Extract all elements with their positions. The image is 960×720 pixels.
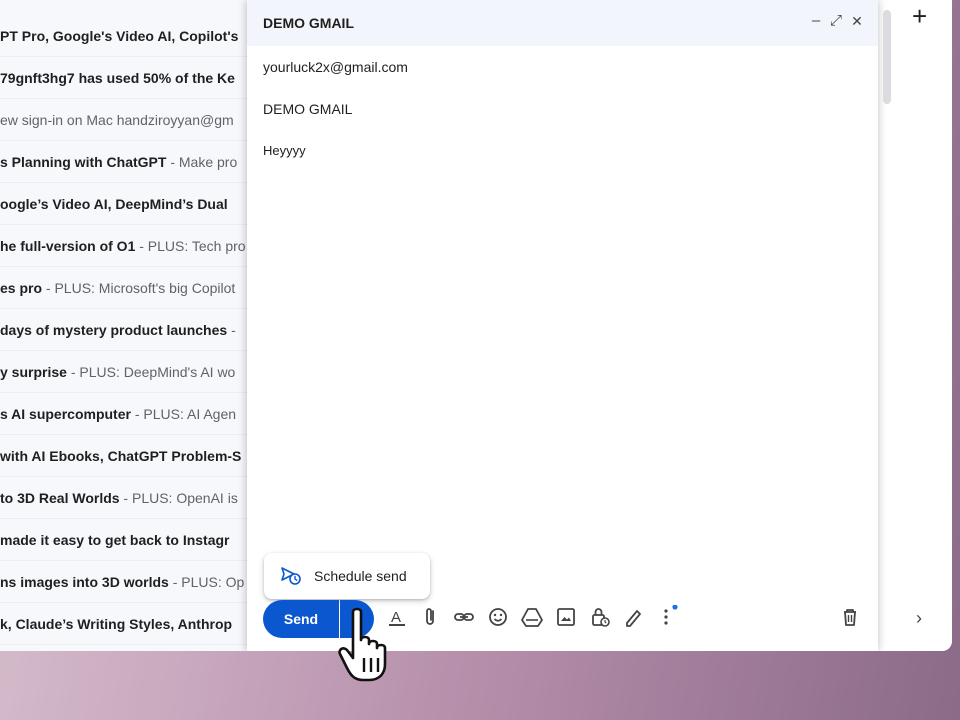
mail-subject: ew sign-in on Mac handziroyyan@gm bbox=[0, 112, 234, 128]
mail-snippet: - PLUS: Microsoft's big Copilot bbox=[42, 280, 236, 296]
send-button[interactable]: Send bbox=[263, 600, 339, 638]
text-format-icon[interactable]: A bbox=[385, 605, 409, 629]
drive-icon[interactable] bbox=[520, 605, 544, 629]
mail-subject: with AI Ebooks, ChatGPT Problem-S bbox=[0, 448, 242, 464]
confidential-lock-icon[interactable] bbox=[588, 605, 612, 629]
mail-subject: es pro bbox=[0, 280, 43, 296]
close-icon[interactable]: ✕ bbox=[848, 11, 866, 31]
inbox-mail-row[interactable]: PT Pro, Google's Video AI, Copilot's bbox=[0, 15, 248, 57]
mail-snippet: - PLUS: AI Agen bbox=[130, 406, 237, 422]
minimize-icon[interactable]: – bbox=[807, 11, 825, 31]
gmail-window: PT Pro, Google's Video AI, Copilot's 79gn… bbox=[0, 0, 952, 651]
mail-subject: y surprise bbox=[0, 364, 67, 380]
inbox-mail-row[interactable]: es pro - PLUS: Microsoft's big Copilot bbox=[0, 267, 248, 309]
mail-subject: made it easy to get back to Instagr bbox=[0, 532, 230, 548]
inbox-mail-row[interactable]: ew sign-in on Mac handziroyyan@gm bbox=[0, 99, 248, 141]
message-body[interactable]: Heyyyy bbox=[263, 143, 306, 158]
inbox-mail-row[interactable]: s Planning with ChatGPT - Make pro bbox=[0, 141, 248, 183]
mail-snippet: - PLUS: Tech pro bbox=[135, 238, 246, 254]
more-options-icon[interactable] bbox=[654, 604, 678, 629]
mail-snippet: - PLUS: Op bbox=[168, 574, 245, 590]
inbox-mail-row[interactable]: k, Claude’s Writing Styles, Anthrop bbox=[0, 603, 248, 645]
mail-subject: oogle’s Video AI, DeepMind’s Dual bbox=[0, 196, 228, 212]
attach-icon[interactable] bbox=[418, 605, 442, 629]
mail-subject: s Planning with ChatGPT bbox=[0, 154, 167, 170]
mail-snippet: - Make pro bbox=[166, 154, 238, 170]
mail-snippet: - bbox=[227, 322, 236, 338]
svg-text:A: A bbox=[391, 609, 401, 626]
recipient-field[interactable]: yourluck2x@gmail.com bbox=[263, 59, 408, 75]
mail-subject: k, Claude’s Writing Styles, Anthrop bbox=[0, 616, 233, 632]
schedule-send-menu-item[interactable]: Schedule send bbox=[264, 553, 430, 599]
fullscreen-icon[interactable]: ⤢ bbox=[827, 11, 845, 31]
signature-icon[interactable] bbox=[621, 605, 645, 629]
inbox-mail-row[interactable]: days of mystery product launches - bbox=[0, 309, 248, 351]
mail-subject: ns images into 3D worlds bbox=[0, 574, 169, 590]
mail-snippet: - PLUS: OpenAI is bbox=[119, 490, 238, 506]
right-side-panel: + › bbox=[890, 0, 952, 651]
link-icon[interactable] bbox=[452, 605, 476, 629]
mail-subject: days of mystery product launches bbox=[0, 322, 228, 338]
inbox-list: PT Pro, Google's Video AI, Copilot's 79gn… bbox=[0, 0, 248, 651]
subject-field[interactable]: DEMO GMAIL bbox=[263, 101, 352, 117]
mail-subject: 79gnft3hg7 has used 50% of the Ke bbox=[0, 70, 235, 86]
mail-subject: s AI supercomputer bbox=[0, 406, 131, 422]
inbox-mail-row[interactable]: oogle’s Video AI, DeepMind’s Dual bbox=[0, 183, 248, 225]
compose-scrollbar[interactable] bbox=[883, 10, 891, 104]
inbox-mail-row[interactable]: 79gnft3hg7 has used 50% of the Ke bbox=[0, 57, 248, 99]
mail-subject: PT Pro, Google's Video AI, Copilot's bbox=[0, 28, 239, 44]
inbox-mail-row[interactable]: to 3D Real Worlds - PLUS: OpenAI is bbox=[0, 477, 248, 519]
inbox-mail-row[interactable]: s AI supercomputer - PLUS: AI Agen bbox=[0, 393, 248, 435]
inbox-mail-row[interactable]: ns images into 3D worlds - PLUS: Op bbox=[0, 561, 248, 603]
compose-title: DEMO GMAIL bbox=[263, 15, 354, 31]
send-options-arrow-icon: ▲ bbox=[350, 609, 362, 623]
mail-snippet: - PLUS: DeepMind's AI wo bbox=[66, 364, 236, 380]
schedule-send-label: Schedule send bbox=[314, 568, 407, 584]
emoji-icon[interactable] bbox=[486, 605, 510, 629]
photo-icon[interactable] bbox=[554, 605, 578, 629]
inbox-mail-row[interactable]: made it easy to get back to Instagr bbox=[0, 519, 248, 561]
mail-subject: to 3D Real Worlds bbox=[0, 490, 120, 506]
expand-panel-chevron-icon[interactable]: › bbox=[916, 608, 922, 629]
inbox-mail-row[interactable]: with AI Ebooks, ChatGPT Problem-S bbox=[0, 435, 248, 477]
add-addon-button[interactable]: + bbox=[912, 2, 927, 30]
inbox-mail-row[interactable]: he full-version of O1 - PLUS: Tech pro bbox=[0, 225, 248, 267]
inbox-mail-row[interactable]: y surprise - PLUS: DeepMind's AI wo bbox=[0, 351, 248, 393]
mail-subject: he full-version of O1 bbox=[0, 238, 136, 254]
trash-icon[interactable] bbox=[838, 605, 862, 629]
compose-header[interactable]: DEMO GMAIL – ⤢ ✕ bbox=[247, 0, 878, 46]
schedule-send-icon bbox=[280, 566, 302, 586]
